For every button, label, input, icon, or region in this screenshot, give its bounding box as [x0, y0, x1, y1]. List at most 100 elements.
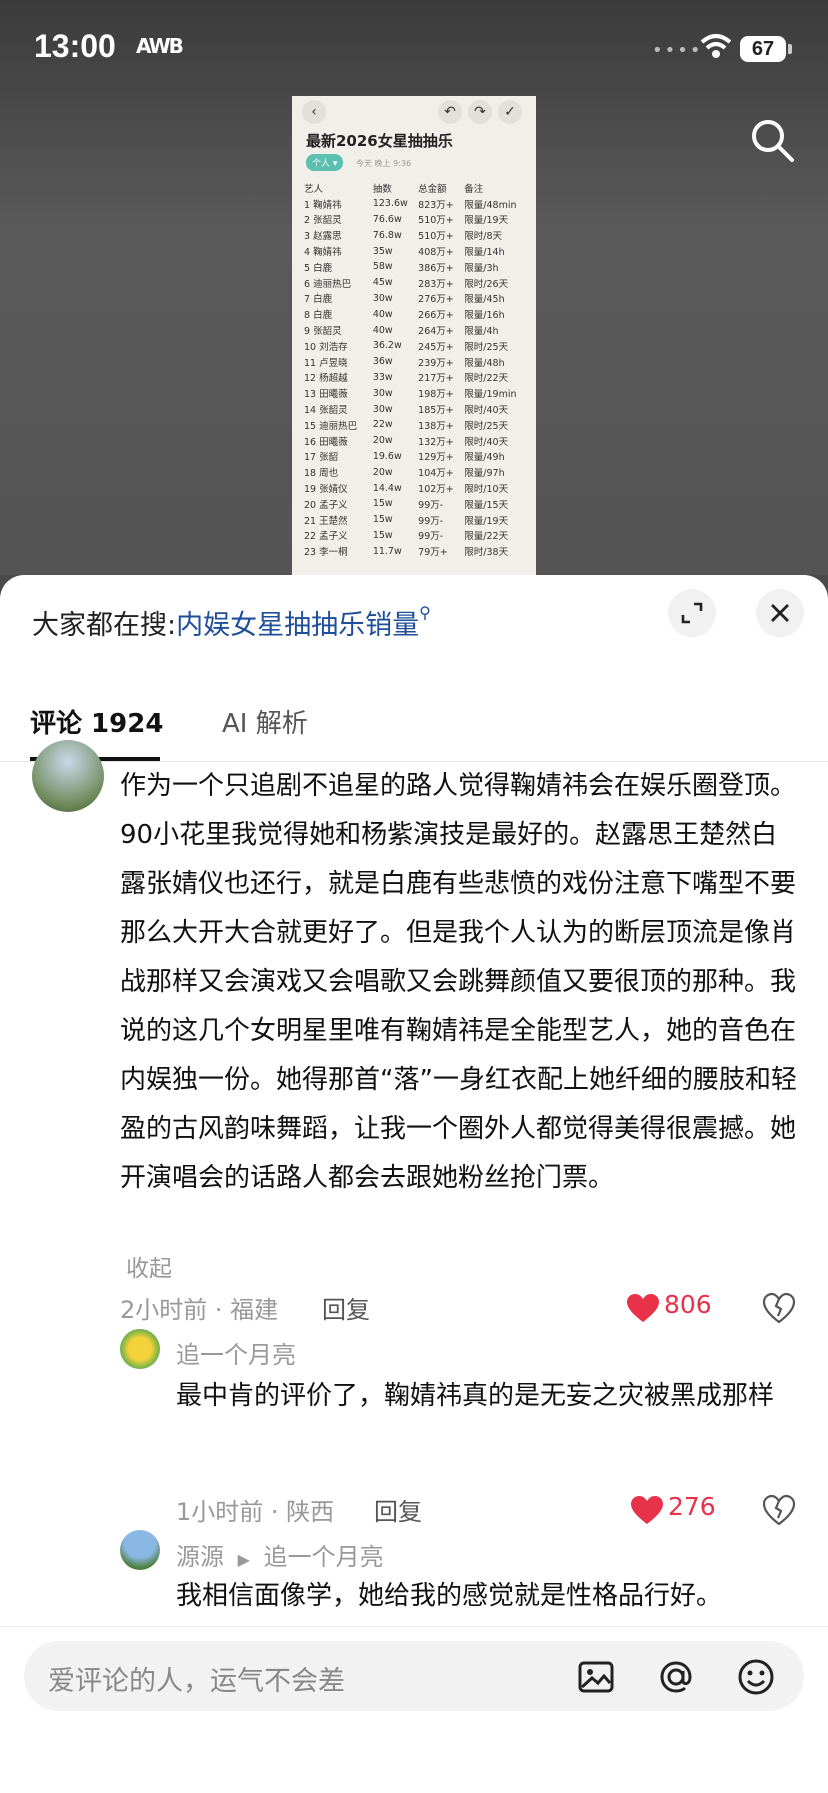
- doc-cell: 17 张韶: [304, 452, 339, 464]
- doc-cell: 限时/40天: [464, 405, 509, 417]
- doc-cell: 21 王楚然: [304, 515, 348, 527]
- back-icon: ‹: [302, 100, 326, 124]
- redo-icon: ↷: [468, 100, 492, 124]
- doc-cell: 限量/48h: [464, 357, 505, 369]
- doc-cell: 22w: [372, 419, 393, 431]
- expand-button[interactable]: [668, 589, 716, 637]
- heart-icon[interactable]: [626, 1293, 660, 1323]
- heart-icon[interactable]: [630, 1495, 664, 1525]
- doc-cell: 264万+: [418, 326, 454, 338]
- doc-cell: 40w: [372, 308, 393, 320]
- search-icon[interactable]: [748, 116, 796, 164]
- doc-cell: 限量/16h: [464, 310, 505, 322]
- reply-target-name[interactable]: 追一个月亮: [264, 1543, 384, 1571]
- doc-cell: 11.7w: [372, 545, 402, 557]
- reply-meta: 1小时前 · 陕西: [176, 1498, 335, 1526]
- tab-ai-analysis[interactable]: AI 解析: [222, 703, 308, 740]
- reply-author-name[interactable]: 源源: [176, 1543, 224, 1571]
- doc-cell: 13 田曦薇: [304, 389, 348, 401]
- doc-row: 2 张韶灵 76.6w 510万+ 限量/19天: [304, 212, 532, 228]
- doc-cell: 限时/22天: [464, 373, 509, 385]
- doc-cell: 132万+: [418, 436, 454, 448]
- doc-cell: 510万+: [418, 215, 454, 227]
- doc-cell: 8 白鹿: [304, 310, 333, 322]
- comment-input[interactable]: 爱评论的人，运气不会差: [24, 1641, 804, 1711]
- doc-cell: 限量/45h: [464, 294, 505, 306]
- doc-cell: 36.2w: [372, 340, 402, 352]
- doc-cell: 276万+: [418, 294, 454, 306]
- at-mention-icon[interactable]: [656, 1657, 696, 1697]
- doc-cell: 限量/49h: [464, 452, 505, 464]
- doc-cell: 3 赵露思: [304, 231, 342, 243]
- doc-cell: 79万+: [418, 547, 448, 559]
- doc-cell: 30w: [372, 292, 393, 304]
- doc-cell: 限时/10天: [464, 484, 509, 496]
- search-query-link[interactable]: 内娱女星抽抽乐销量: [176, 610, 419, 641]
- doc-header-cell: 艺人: [304, 183, 324, 195]
- doc-cell: 30w: [372, 403, 393, 415]
- avatar[interactable]: [120, 1329, 160, 1369]
- doc-cell: 35w: [372, 245, 393, 257]
- reply-arrow-icon: ▶: [237, 1550, 250, 1569]
- doc-cell: 限量/3h: [464, 262, 499, 274]
- comment-meta: 2小时前 · 福建: [120, 1296, 279, 1324]
- doc-cell: 15w: [372, 498, 393, 510]
- check-icon: ✓: [498, 100, 522, 124]
- reply-button[interactable]: 回复: [322, 1290, 370, 1325]
- doc-meta: 今天 晚上 9:36: [356, 159, 412, 168]
- doc-header-cell: 备注: [464, 183, 484, 195]
- doc-cell: 138万+: [418, 420, 454, 432]
- doc-cell: 185万+: [418, 405, 454, 417]
- doc-cell: 266万+: [418, 310, 454, 322]
- doc-cell: 限量/19天: [464, 515, 509, 527]
- reply-button[interactable]: 回复: [374, 1492, 422, 1527]
- input-placeholder: 爱评论的人，运气不会差: [48, 1666, 345, 1697]
- doc-cell: 5 白鹿: [304, 262, 333, 274]
- doc-cell: 限量/14h: [464, 247, 505, 259]
- doc-cell: 58w: [372, 261, 393, 273]
- comment-text: 作为一个只追剧不追星的路人觉得鞠婧祎会在娱乐圈登顶。90小花里我觉得她和杨紫演技…: [120, 771, 797, 1193]
- emoji-icon[interactable]: [736, 1657, 776, 1697]
- doc-cell: 限量/97h: [464, 468, 505, 480]
- search-prefix: 大家都在搜:: [32, 610, 177, 641]
- doc-cell: 99万-: [418, 515, 444, 527]
- doc-cell: 408万+: [418, 247, 454, 259]
- undo-icon: ↶: [438, 100, 462, 124]
- doc-cell: 15w: [372, 529, 393, 541]
- doc-cell: 限量/22天: [464, 531, 509, 543]
- doc-cell: 10 刘浩存: [304, 341, 348, 353]
- tab-comments[interactable]: 评论 1924: [30, 703, 163, 740]
- avatar[interactable]: [32, 740, 104, 812]
- doc-cell: 15 迪丽热巴: [304, 420, 358, 432]
- doc-cell: 14 张韶灵: [304, 405, 348, 417]
- doc-cell: 129万+: [418, 452, 454, 464]
- reply-author[interactable]: 源源 ▶ 追一个月亮: [176, 1537, 384, 1572]
- doc-cell: 限时/25天: [464, 420, 509, 432]
- search-suggestion[interactable]: 大家都在搜:内娱女星抽抽乐销量⚲: [32, 603, 431, 642]
- doc-row: 18 周也 20w 104万+ 限量/97h: [304, 464, 532, 480]
- close-button[interactable]: [756, 589, 804, 637]
- doc-cell: 386万+: [418, 262, 454, 274]
- search-small-icon: ⚲: [419, 603, 431, 622]
- doc-cell: 20w: [372, 466, 393, 478]
- doc-row: 11 卢昱晓 36w 239万+ 限量/48h: [304, 354, 532, 370]
- avatar[interactable]: [120, 1530, 160, 1570]
- doc-row: 21 王楚然 15w 99万- 限量/19天: [304, 512, 532, 528]
- dislike-icon[interactable]: [762, 1494, 796, 1526]
- image-icon[interactable]: [576, 1657, 616, 1697]
- doc-row: 16 田曦薇 20w 132万+ 限时/40天: [304, 433, 532, 449]
- doc-cell: 限量/19天: [464, 215, 509, 227]
- wifi-icon: [700, 34, 732, 58]
- doc-cell: 20 孟子义: [304, 499, 348, 511]
- video-area[interactable]: 13:00 AWB •••• 67 ‹ ↶ ↷ ✓ 最新2026女星抽抽乐 个人…: [0, 0, 828, 576]
- doc-cell: 限时/38天: [464, 547, 509, 559]
- doc-cell: 23 李一桐: [304, 547, 348, 559]
- doc-cell: 283万+: [418, 278, 454, 290]
- collapse-button[interactable]: 收起: [126, 1249, 172, 1283]
- comment-input-bar: 爱评论的人，运气不会差: [0, 1626, 828, 1793]
- doc-row: 1 鞠婧祎 123.6w 823万+ 限量/48min: [304, 196, 532, 212]
- doc-cell: 限时/40天: [464, 436, 509, 448]
- dislike-icon[interactable]: [762, 1292, 796, 1324]
- reply-author[interactable]: 追一个月亮: [176, 1335, 296, 1370]
- doc-row: 20 孟子义 15w 99万- 限量/15天: [304, 496, 532, 512]
